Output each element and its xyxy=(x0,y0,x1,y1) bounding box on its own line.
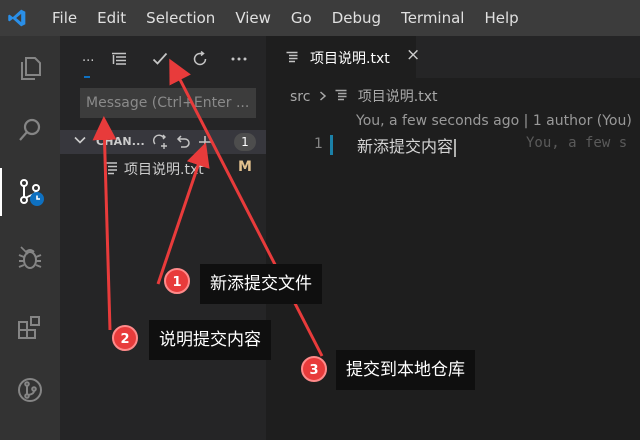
modified-line-indicator xyxy=(330,135,333,155)
breadcrumb-folder[interactable]: src xyxy=(290,89,310,105)
chevron-down-icon[interactable] xyxy=(74,134,86,149)
menu-debug[interactable]: Debug xyxy=(322,0,391,36)
editor-tabs: 项目说明.txt × xyxy=(266,36,640,78)
source-control-icon[interactable] xyxy=(0,168,60,216)
explorer-icon[interactable] xyxy=(0,44,60,92)
stage-all-icon[interactable] xyxy=(152,132,170,152)
search-icon[interactable] xyxy=(0,106,60,154)
changes-count-badge: 1 xyxy=(234,133,256,151)
git-graph-icon[interactable] xyxy=(0,366,60,414)
text-file-icon xyxy=(335,89,347,105)
breadcrumb: src 项目说明.txt xyxy=(290,86,438,106)
source-control-sidebar: ... CHAN... xyxy=(60,36,266,440)
line-number: 1 xyxy=(314,136,323,152)
step-2-badge: 2 xyxy=(112,325,138,351)
changes-label: CHAN... xyxy=(96,135,145,148)
code-text: 新添提交内容 xyxy=(357,137,454,156)
menu-view[interactable]: View xyxy=(225,0,281,36)
scm-toolbar: ... xyxy=(60,46,266,74)
refresh-icon[interactable] xyxy=(189,46,211,72)
tab-project-readme[interactable]: 项目说明.txt × xyxy=(266,36,420,78)
commit-check-icon[interactable] xyxy=(149,46,171,72)
menu-selection[interactable]: Selection xyxy=(136,0,225,36)
list-tree-icon[interactable] xyxy=(108,46,130,72)
scm-title[interactable]: ... xyxy=(82,50,94,65)
step-3-badge: 3 xyxy=(301,356,327,382)
text-file-icon xyxy=(286,51,298,63)
tab-label: 项目说明.txt xyxy=(310,51,390,67)
file-status-modified: M xyxy=(238,159,252,175)
vscode-logo-icon xyxy=(0,0,34,36)
discard-changes-icon[interactable] xyxy=(174,132,192,152)
commit-message-input[interactable] xyxy=(80,88,256,118)
menu-file[interactable]: File xyxy=(34,0,87,36)
menu-go[interactable]: Go xyxy=(281,0,322,36)
changed-file-row[interactable]: 项目说明.txt M xyxy=(60,156,266,180)
changed-file-name[interactable]: 项目说明.txt xyxy=(124,159,216,179)
text-file-icon xyxy=(104,161,118,175)
activity-bar xyxy=(0,36,60,440)
debug-icon[interactable] xyxy=(0,234,60,282)
close-icon[interactable]: × xyxy=(406,45,420,65)
more-actions-icon[interactable] xyxy=(228,46,250,72)
menu-help[interactable]: Help xyxy=(474,0,528,36)
extensions-icon[interactable] xyxy=(0,304,60,352)
step-3-callout: 提交到本地仓库 xyxy=(336,350,475,390)
step-1-badge: 1 xyxy=(164,268,190,294)
breadcrumb-file[interactable]: 项目说明.txt xyxy=(358,89,438,105)
inline-blame: You, a few s xyxy=(526,135,628,151)
step-1-callout: 新添提交文件 xyxy=(200,264,322,304)
code-line[interactable]: 新添提交内容 xyxy=(357,133,457,157)
stage-changes-icon[interactable] xyxy=(196,132,214,152)
text-cursor xyxy=(454,138,457,157)
menu-edit[interactable]: Edit xyxy=(87,0,136,36)
step-2-callout: 说明提交内容 xyxy=(149,320,271,360)
git-codelens[interactable]: You, a few seconds ago | 1 author (You) xyxy=(356,113,632,129)
menu-terminal[interactable]: Terminal xyxy=(391,0,474,36)
changes-group-header[interactable]: CHAN... 1 xyxy=(60,130,266,154)
title-bar: File Edit Selection View Go Debug Termin… xyxy=(0,0,640,36)
scm-title-indicator xyxy=(84,76,90,78)
chevron-right-icon xyxy=(315,89,335,105)
